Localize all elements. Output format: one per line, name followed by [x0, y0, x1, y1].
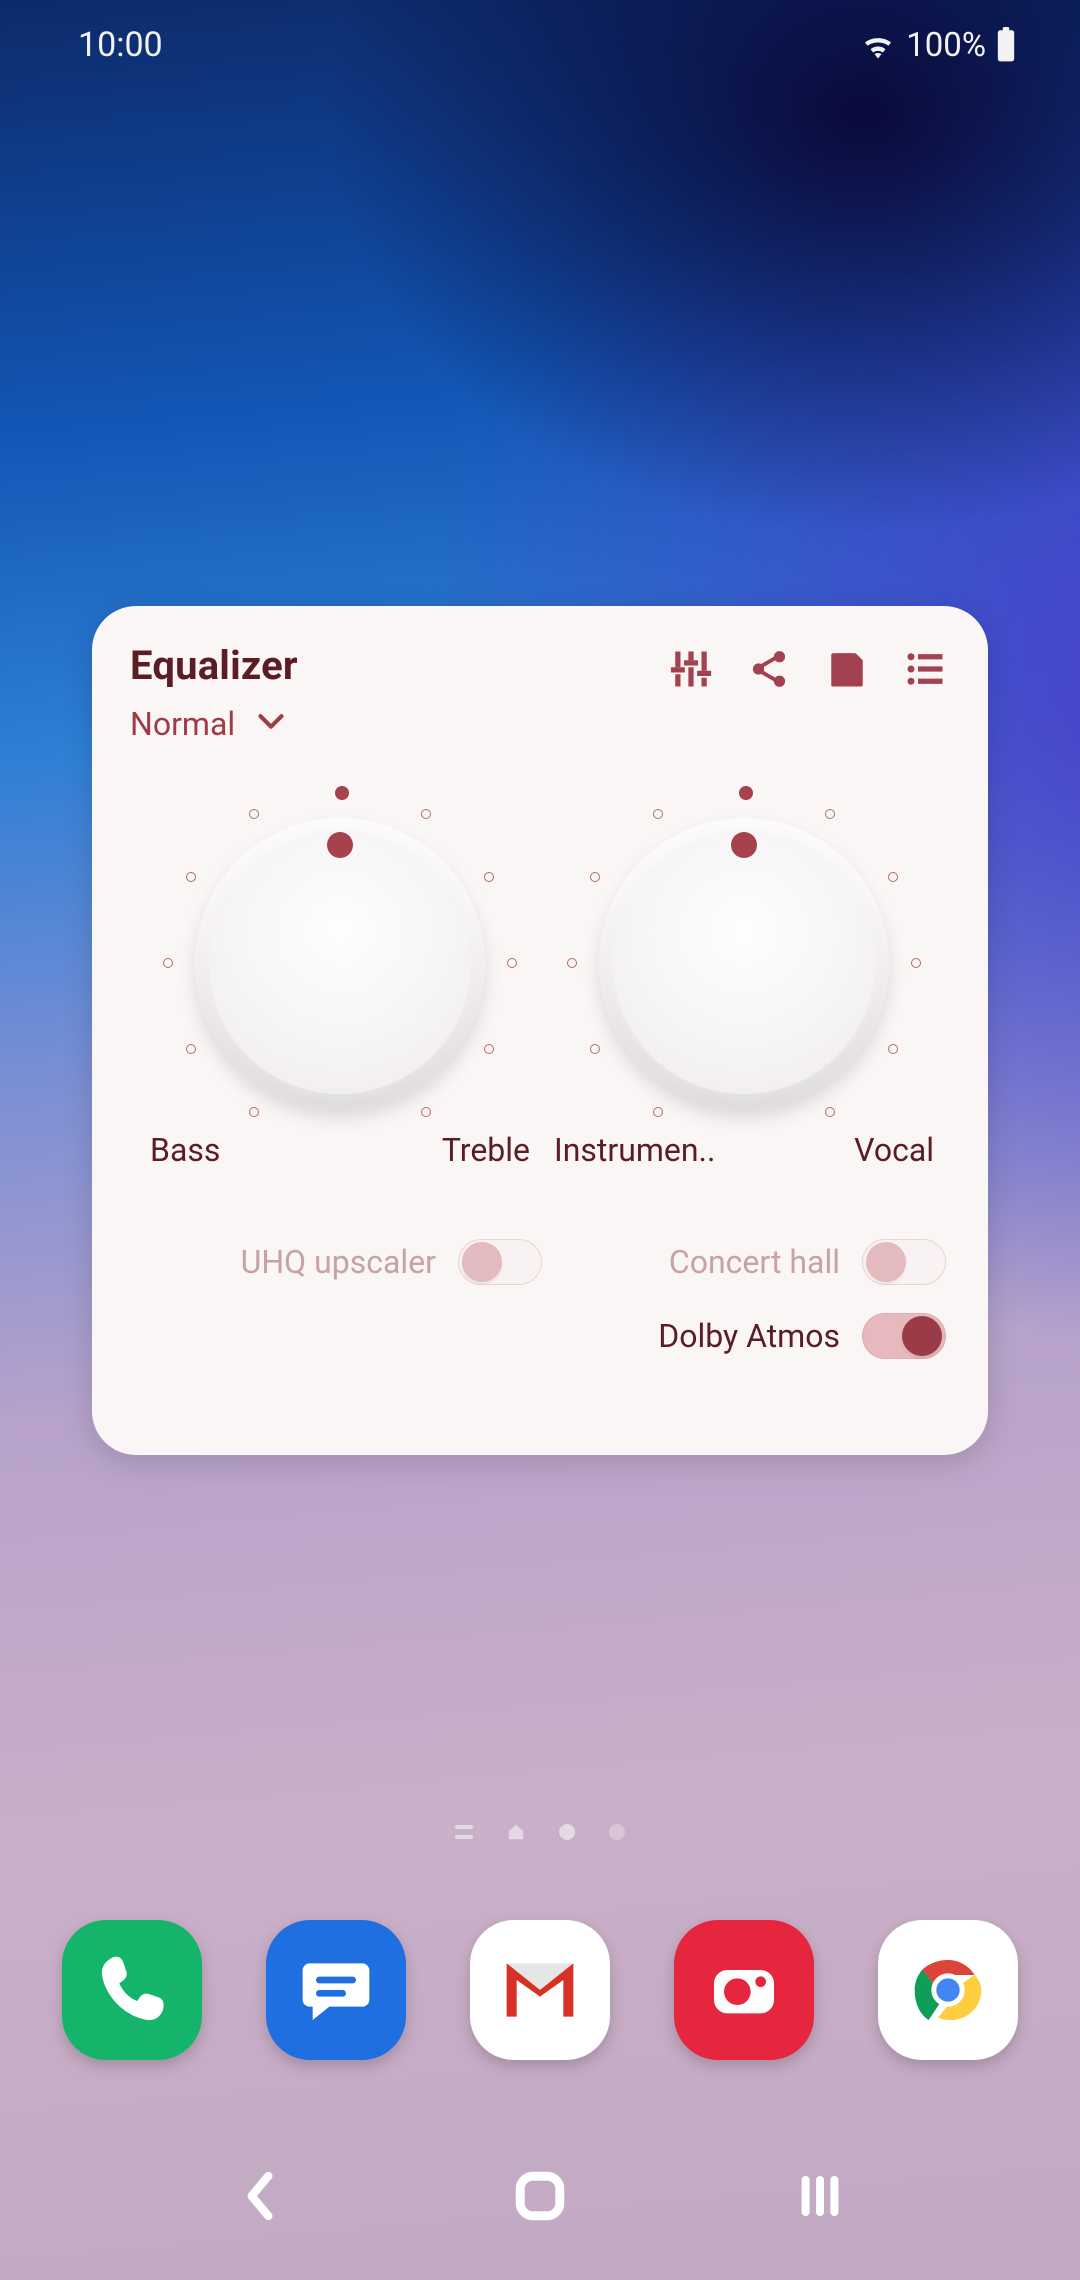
switch[interactable]: [862, 1239, 946, 1285]
knob-tick: [653, 809, 663, 819]
switch[interactable]: [862, 1313, 946, 1359]
knob-tick: [888, 872, 898, 882]
switch[interactable]: [458, 1239, 542, 1285]
status-battery-text: 100%: [906, 26, 986, 65]
knob-tick: [186, 872, 196, 882]
status-time: 10:00: [78, 25, 163, 65]
status-bar: 10:00 100%: [0, 0, 1080, 90]
app-gmail[interactable]: [470, 1920, 610, 2060]
preset-label: Normal: [130, 705, 235, 743]
equalizer-widget: Equalizer Normal: [92, 606, 988, 1455]
list-icon[interactable]: [902, 646, 948, 692]
app-camera[interactable]: [674, 1920, 814, 2060]
share-icon[interactable]: [746, 646, 792, 692]
home-page-icon[interactable]: [507, 1823, 525, 1841]
knob-tick: [590, 872, 600, 882]
preset-dropdown[interactable]: Normal: [130, 705, 298, 743]
knob-tick: [567, 958, 577, 968]
knob-instrument-vocal[interactable]: Instrumen.. Vocal: [544, 803, 944, 1169]
page-dot[interactable]: [609, 1824, 625, 1840]
knob-tick: [911, 958, 921, 968]
knob-tick: [825, 809, 835, 819]
toggle-dolby[interactable]: Dolby Atmos: [562, 1313, 946, 1359]
dock: [0, 1920, 1080, 2060]
knob-tick: [484, 1044, 494, 1054]
nav-home[interactable]: [480, 2166, 600, 2226]
knob-tick: [186, 1044, 196, 1054]
knob-label-right: Vocal: [854, 1131, 934, 1169]
toggle-label: UHQ upscaler: [241, 1243, 436, 1281]
app-chrome[interactable]: [878, 1920, 1018, 2060]
sliders-icon[interactable]: [668, 646, 714, 692]
knob-tick: [249, 809, 259, 819]
toggle-uhq[interactable]: UHQ upscaler: [158, 1239, 542, 1285]
knob-tick: [421, 809, 431, 819]
knob-tick: [335, 786, 349, 800]
knob-tick: [507, 958, 517, 968]
knob-tick: [590, 1044, 600, 1054]
knob-label-left: Bass: [150, 1131, 220, 1169]
wifi-icon: [860, 30, 896, 60]
nav-recents[interactable]: [760, 2166, 880, 2226]
knob-tick: [825, 1107, 835, 1117]
knob-tick: [739, 786, 753, 800]
knob-label-right: Treble: [442, 1131, 530, 1169]
apps-page-icon[interactable]: [455, 1825, 473, 1839]
save-icon[interactable]: [824, 646, 870, 692]
knob-tick: [888, 1044, 898, 1054]
page-dot-active[interactable]: [559, 1824, 575, 1840]
knob-tick: [484, 872, 494, 882]
nav-back[interactable]: [200, 2166, 320, 2226]
knob-label-left: Instrumen..: [554, 1131, 715, 1169]
battery-icon: [996, 27, 1016, 63]
app-messages[interactable]: [266, 1920, 406, 2060]
knob-tick: [249, 1107, 259, 1117]
knob-tick: [163, 958, 173, 968]
page-indicators[interactable]: [0, 1823, 1080, 1841]
toggle-concert[interactable]: Concert hall: [562, 1239, 946, 1285]
knob-tick: [653, 1107, 663, 1117]
toggle-label: Dolby Atmos: [658, 1317, 840, 1355]
chevron-down-icon: [257, 712, 285, 736]
knob-bass-treble[interactable]: Bass Treble: [140, 803, 540, 1169]
knob-tick: [421, 1107, 431, 1117]
toggle-label: Concert hall: [669, 1243, 840, 1281]
navigation-bar: [0, 2146, 1080, 2246]
app-phone[interactable]: [62, 1920, 202, 2060]
widget-title: Equalizer: [130, 642, 298, 689]
